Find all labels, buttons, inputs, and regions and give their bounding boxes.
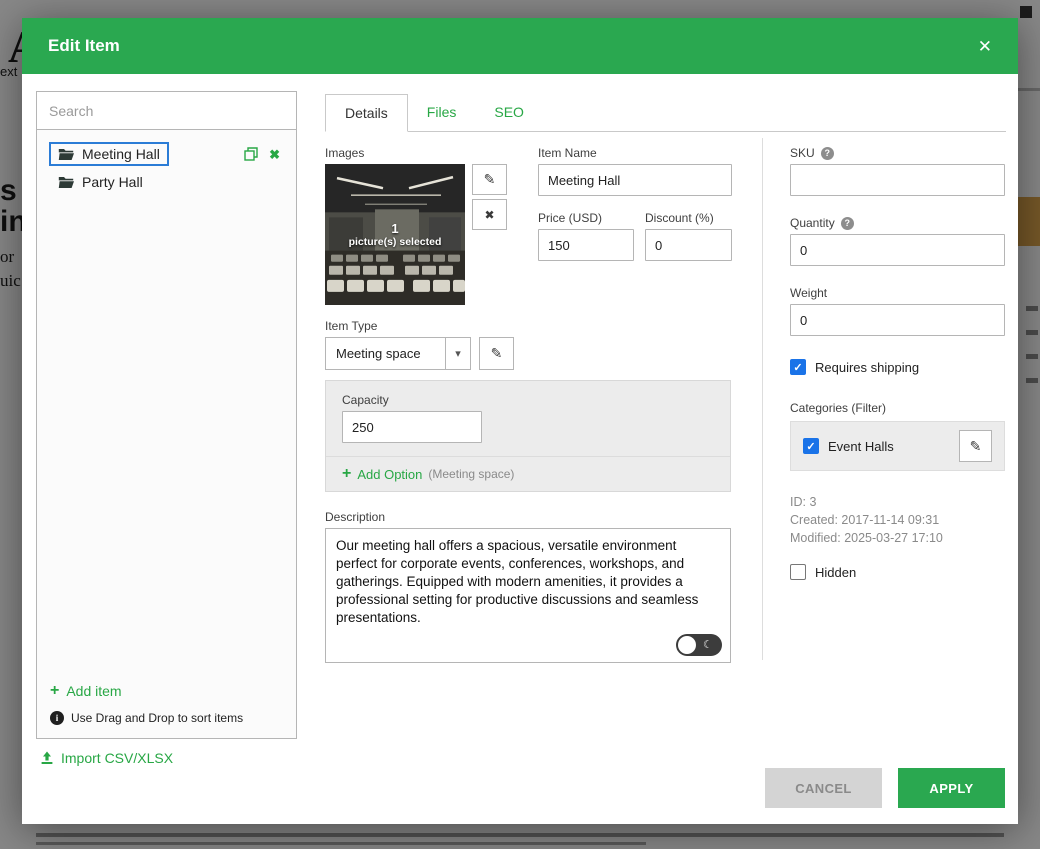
chevron-down-icon: ▾	[445, 338, 470, 369]
tab-details[interactable]: Details	[325, 94, 408, 132]
sku-input[interactable]	[790, 164, 1005, 196]
type-options-panel: Capacity + Add Option (Meeting space)	[325, 380, 731, 492]
quantity-input[interactable]	[790, 234, 1005, 266]
check-icon: ✓	[806, 440, 815, 453]
info-icon: i	[50, 711, 64, 725]
plus-icon: +	[342, 466, 351, 482]
add-option-button[interactable]: + Add Option (Meeting space)	[342, 466, 714, 482]
category-checkbox[interactable]: ✓	[803, 438, 819, 454]
tab-seo[interactable]: SEO	[475, 94, 543, 131]
weight-input[interactable]	[790, 304, 1005, 336]
images-label: Images	[325, 146, 525, 160]
edit-categories-button[interactable]: ✎	[959, 430, 992, 462]
hidden-checkbox[interactable]	[790, 564, 806, 580]
help-icon[interactable]: ?	[841, 217, 854, 230]
discount-label: Discount (%)	[645, 211, 732, 225]
dark-mode-toggle[interactable]: ☾	[676, 634, 722, 656]
item-id: ID: 3	[790, 493, 1005, 511]
pencil-icon: ✎	[484, 171, 496, 188]
edit-item-dialog: Edit Item ✕ Meeting Hall	[22, 18, 1018, 824]
quantity-label: Quantity	[790, 216, 835, 230]
import-csv-label: Import CSV/XLSX	[61, 750, 173, 766]
moon-icon: ☾	[703, 640, 713, 651]
edit-item-type-button[interactable]: ✎	[479, 337, 514, 370]
item-type-label: Item Type	[325, 319, 514, 333]
list-item[interactable]: Meeting Hall ✖	[43, 139, 290, 169]
cancel-button[interactable]: CANCEL	[765, 768, 882, 808]
pencil-icon: ✎	[970, 438, 982, 455]
close-icon[interactable]: ✕	[978, 38, 992, 55]
item-created: Created: 2017-11-14 09:31	[790, 511, 1005, 529]
add-item-button[interactable]: + Add item	[37, 675, 296, 707]
close-icon: ✖	[484, 208, 494, 222]
folder-icon	[58, 176, 74, 189]
item-type-value: Meeting space	[326, 338, 445, 369]
discount-input[interactable]	[645, 229, 732, 261]
list-item[interactable]: Party Hall	[43, 169, 290, 195]
apply-button[interactable]: APPLY	[898, 768, 1005, 808]
inventory-section: SKU ? Quantity ? Weight ✓ Requires shipp	[790, 146, 1005, 580]
item-modified: Modified: 2025-03-27 17:10	[790, 529, 1005, 547]
dialog-header: Edit Item ✕	[22, 18, 1018, 74]
price-label: Price (USD)	[538, 211, 634, 225]
requires-shipping-label: Requires shipping	[815, 360, 919, 375]
folder-icon	[58, 148, 74, 161]
image-selected-overlay: 1 picture(s) selected	[325, 164, 465, 305]
edit-images-button[interactable]: ✎	[472, 164, 507, 195]
column-divider	[762, 138, 763, 660]
images-section: Images	[325, 146, 525, 305]
add-option-hint: (Meeting space)	[428, 467, 514, 481]
duplicate-icon[interactable]	[244, 147, 258, 161]
item-label: Party Hall	[82, 174, 143, 190]
dialog-title: Edit Item	[48, 36, 120, 56]
price-input[interactable]	[538, 229, 634, 261]
description-textarea[interactable]: Our meeting hall offers a spacious, vers…	[325, 528, 731, 663]
add-option-label: Add Option	[357, 467, 422, 482]
item-tree: Meeting Hall ✖	[37, 130, 296, 195]
drag-drop-hint-text: Use Drag and Drop to sort items	[71, 711, 243, 725]
add-item-label: Add item	[66, 683, 121, 699]
help-icon[interactable]: ?	[821, 147, 834, 160]
delete-item-icon[interactable]: ✖	[269, 148, 280, 161]
search-input[interactable]	[37, 92, 296, 130]
upload-icon	[40, 751, 54, 765]
selected-item-highlight[interactable]: Meeting Hall	[49, 142, 169, 166]
tab-bar: Details Files SEO	[325, 94, 1006, 132]
sku-label: SKU	[790, 146, 815, 160]
description-label: Description	[325, 510, 731, 524]
item-actions: ✖	[244, 147, 284, 161]
remove-images-button[interactable]: ✖	[472, 199, 507, 230]
tab-files[interactable]: Files	[408, 94, 476, 131]
requires-shipping-checkbox[interactable]: ✓	[790, 359, 806, 375]
categories-panel: ✓ Event Halls ✎	[790, 421, 1005, 471]
capacity-label: Capacity	[342, 393, 714, 407]
description-section: Description Our meeting hall offers a sp…	[325, 510, 731, 668]
item-name-input[interactable]	[538, 164, 732, 196]
capacity-input[interactable]	[342, 411, 482, 443]
categories-label: Categories (Filter)	[790, 401, 886, 415]
item-metadata: ID: 3 Created: 2017-11-14 09:31 Modified…	[790, 493, 1005, 547]
item-name-label: Item Name	[538, 146, 732, 160]
drag-drop-hint: i Use Drag and Drop to sort items	[37, 707, 296, 738]
weight-label: Weight	[790, 286, 827, 300]
item-type-select[interactable]: Meeting space ▾	[325, 337, 471, 370]
image-selected-text: picture(s) selected	[349, 236, 442, 248]
item-list-panel: Meeting Hall ✖	[36, 91, 297, 739]
pencil-icon: ✎	[491, 345, 503, 362]
toggle-knob	[678, 636, 696, 654]
name-price-section: Item Name Price (USD) Discount (%)	[538, 146, 732, 261]
item-image-thumbnail[interactable]: 1 picture(s) selected	[325, 164, 465, 305]
category-label: Event Halls	[828, 439, 894, 454]
plus-icon: +	[50, 683, 59, 699]
item-label: Meeting Hall	[82, 146, 160, 162]
check-icon: ✓	[793, 361, 802, 374]
image-selected-count: 1	[391, 221, 398, 236]
import-csv-button[interactable]: Import CSV/XLSX	[40, 750, 173, 766]
hidden-label: Hidden	[815, 565, 856, 580]
dialog-body: Meeting Hall ✖	[22, 74, 1018, 824]
item-type-section: Item Type Meeting space ▾ ✎	[325, 319, 514, 370]
